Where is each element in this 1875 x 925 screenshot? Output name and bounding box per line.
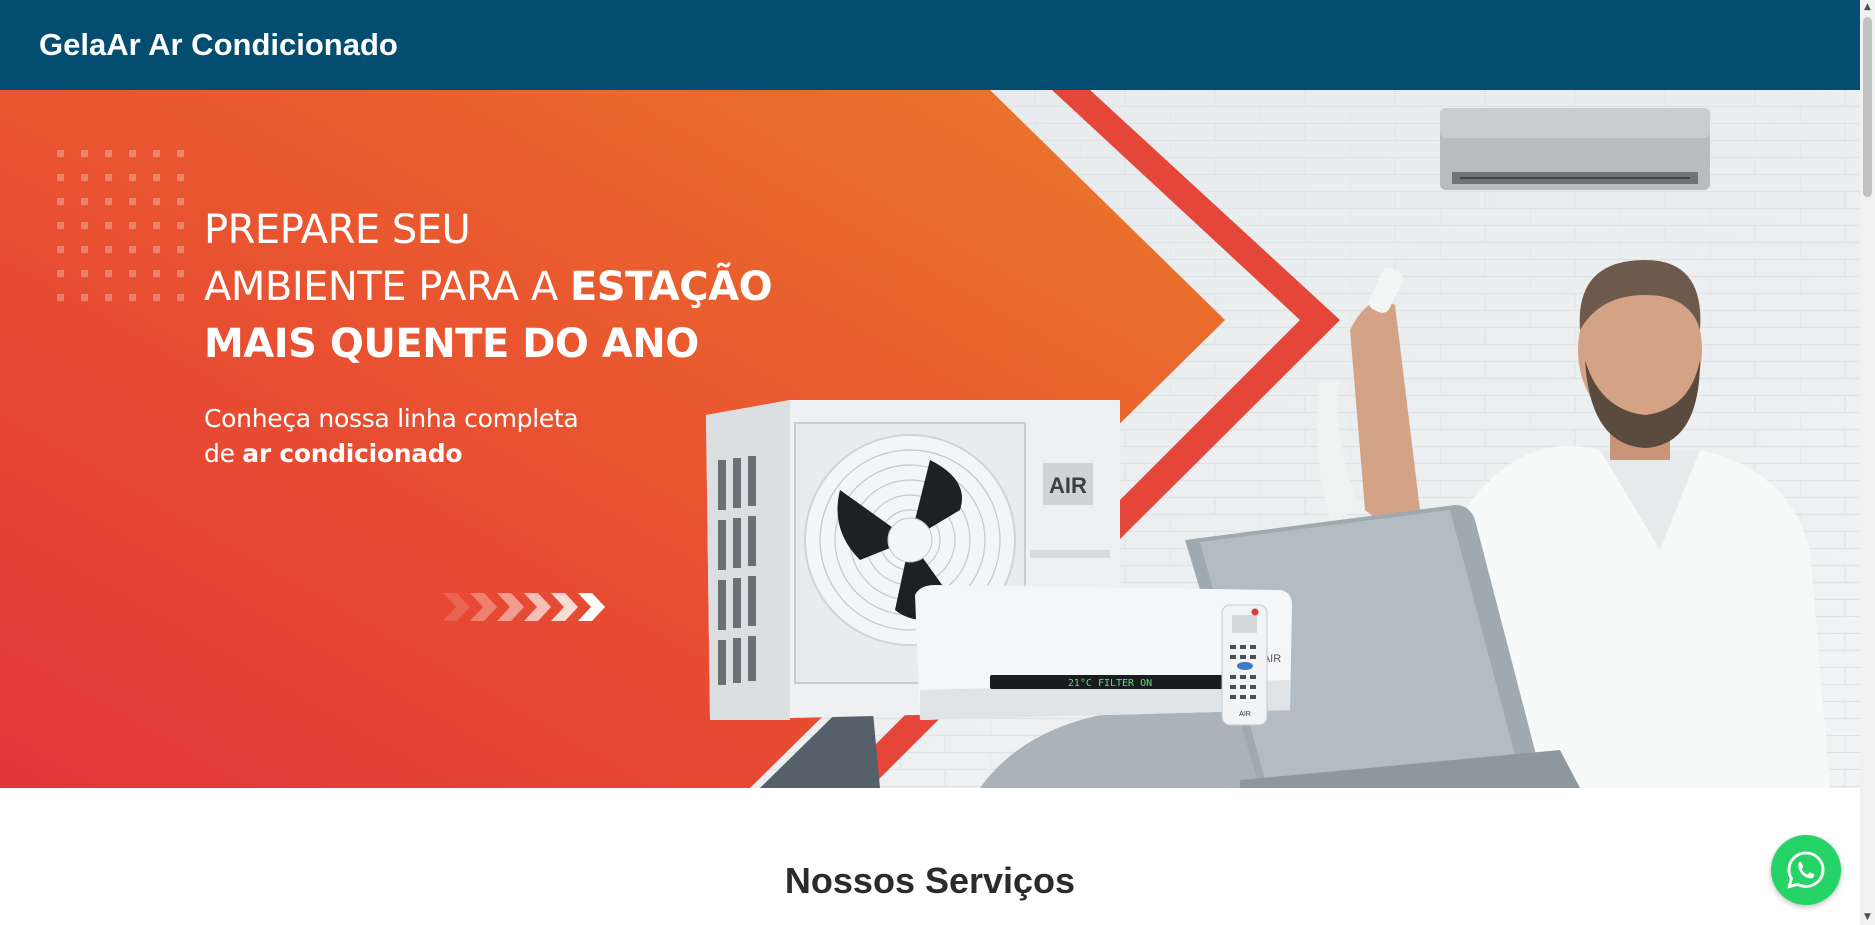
outdoor-unit-label: AIR: [1049, 473, 1087, 498]
subtitle-line-1: Conheça nossa linha completa: [204, 404, 579, 433]
hero-banner: AIR 21°C FILTER ON AIR AIR PREPARE SEU A…: [0, 90, 1860, 788]
vertical-scrollbar[interactable]: ▲ ▼: [1860, 0, 1875, 925]
headline-line-3-bold: MAIS QUENTE DO ANO: [204, 321, 699, 367]
headline-line-2-regular: AMBIENTE PARA A: [204, 264, 570, 310]
hero-subtitle: Conheça nossa linha completa de ar condi…: [204, 401, 772, 471]
hero-headline: PREPARE SEU AMBIENTE PARA A ESTAÇÃO MAIS…: [204, 202, 773, 373]
subtitle-line-2: de ar condicionado: [204, 436, 772, 471]
subtitle-line-2-bold: ar condicionado: [242, 439, 463, 468]
scroll-up-arrow-icon[interactable]: ▲: [1860, 0, 1875, 15]
remote-label: AIR: [1239, 711, 1251, 718]
site-header: GelaAr Ar Condicionado: [0, 0, 1860, 90]
remote-control: AIR: [1221, 604, 1268, 726]
headline-line-2: AMBIENTE PARA A ESTAÇÃO: [204, 259, 773, 316]
headline-line-1: PREPARE SEU: [204, 207, 471, 253]
scroll-down-arrow-icon[interactable]: ▼: [1860, 910, 1875, 925]
wall-ac-unit: [1440, 108, 1710, 190]
whatsapp-icon: [1787, 851, 1825, 889]
scrollbar-thumb[interactable]: [1863, 17, 1872, 197]
subtitle-line-2-regular: de: [204, 439, 243, 468]
services-section-title: Nossos Serviços: [784, 860, 1076, 901]
headline-line-2-bold: ESTAÇÃO: [569, 264, 773, 310]
headline-line-3: MAIS QUENTE DO ANO: [204, 316, 772, 373]
site-title-link[interactable]: GelaAr Ar Condicionado: [39, 27, 398, 63]
whatsapp-button[interactable]: [1771, 835, 1841, 905]
hero-text-block: PREPARE SEU AMBIENTE PARA A ESTAÇÃO MAIS…: [204, 202, 773, 471]
indoor-display-text: 21°C FILTER ON: [1068, 678, 1152, 689]
